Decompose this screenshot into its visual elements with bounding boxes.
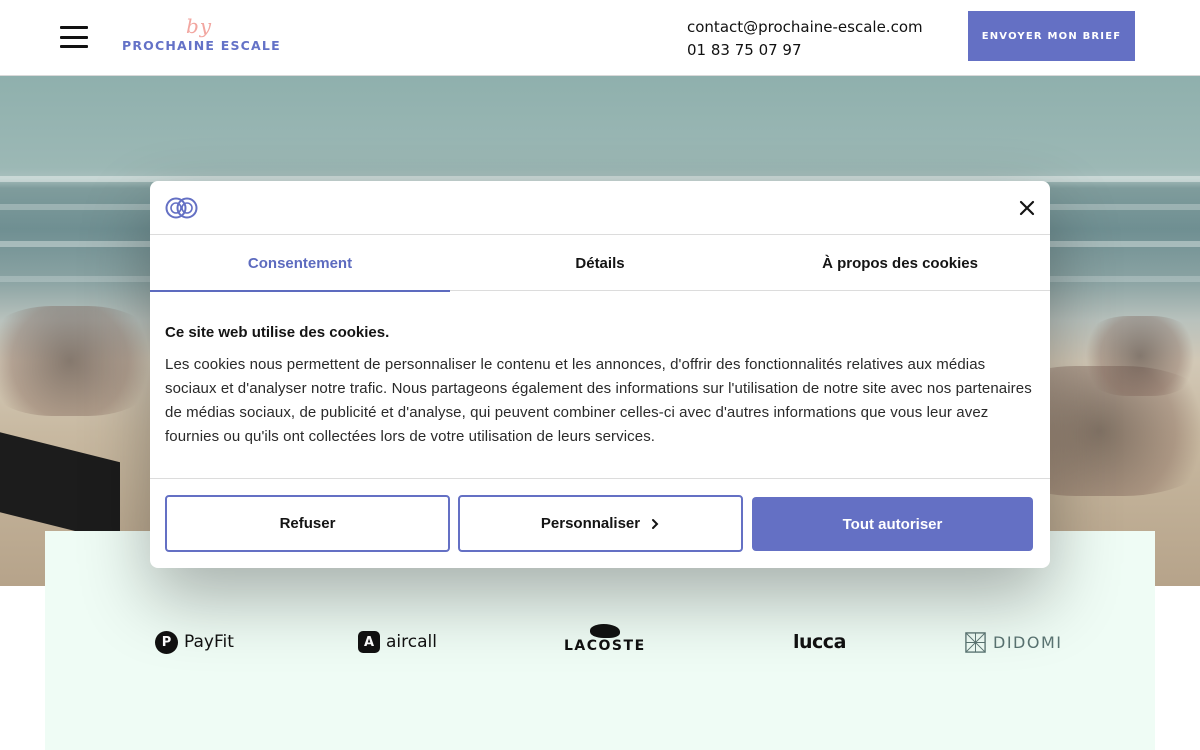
- dialog-footer: Refuser Personnaliser Tout autoriser: [150, 478, 1050, 568]
- refuse-label: Refuser: [279, 515, 336, 532]
- aircall-logo-icon: A: [358, 631, 380, 653]
- client-logo-aircall: A aircall: [358, 629, 437, 655]
- client-name: aircall: [386, 632, 437, 652]
- customize-label: Personnaliser: [540, 515, 641, 532]
- client-name: lucca: [793, 631, 846, 653]
- cookie-consent-dialog: Consentement Détails À propos des cookie…: [150, 181, 1050, 568]
- brand-name: PROCHAINE ESCALE: [122, 38, 281, 53]
- close-icon[interactable]: [1016, 197, 1038, 219]
- client-logo-didomi: DIDOMI: [964, 629, 1062, 655]
- send-brief-button[interactable]: ENVOYER MON BRIEF: [968, 11, 1135, 61]
- client-name: PayFit: [184, 632, 234, 652]
- brand-script: by: [186, 14, 213, 38]
- dialog-tabs: Consentement Détails À propos des cookie…: [150, 235, 1050, 292]
- dialog-body: Ce site web utilise des cookies. Les coo…: [165, 324, 1040, 449]
- site-header: by PROCHAINE ESCALE contact@prochaine-es…: [0, 0, 1200, 76]
- contact-email-link[interactable]: contact@prochaine-escale.com: [687, 16, 923, 39]
- payfit-logo-icon: P: [155, 630, 178, 654]
- client-logo-lucca: lucca: [793, 629, 846, 655]
- customize-button[interactable]: Personnaliser: [458, 495, 743, 552]
- dialog-title: Ce site web utilise des cookies.: [165, 324, 390, 341]
- lacoste-crocodile-icon: [589, 624, 620, 638]
- contact-phone-link[interactable]: 01 83 75 07 97: [687, 39, 923, 62]
- cookiebot-logo-icon: [165, 197, 198, 219]
- client-name: LACOSTE: [564, 638, 646, 654]
- didomi-logo-icon: [965, 631, 986, 653]
- brand-logo[interactable]: by PROCHAINE ESCALE: [122, 14, 282, 54]
- menu-icon[interactable]: [60, 26, 88, 50]
- refuse-button[interactable]: Refuser: [165, 495, 450, 552]
- tab-consentement[interactable]: Consentement: [150, 235, 450, 292]
- tab-about-cookies[interactable]: À propos des cookies: [750, 235, 1050, 291]
- dialog-header: [150, 181, 1050, 235]
- chevron-right-icon: [652, 518, 659, 529]
- client-name: DIDOMI: [993, 632, 1063, 652]
- accept-all-button[interactable]: Tout autoriser: [752, 497, 1033, 551]
- dialog-description: Les cookies nous permettent de personnal…: [165, 356, 1032, 445]
- contact-info: contact@prochaine-escale.com 01 83 75 07…: [687, 16, 923, 62]
- client-logo-payfit: P PayFit: [155, 629, 234, 655]
- beach-tent: [0, 429, 120, 543]
- client-logo-lacoste: LACOSTE: [564, 624, 646, 660]
- accept-all-label: Tout autoriser: [842, 515, 943, 533]
- tab-details[interactable]: Détails: [450, 235, 750, 291]
